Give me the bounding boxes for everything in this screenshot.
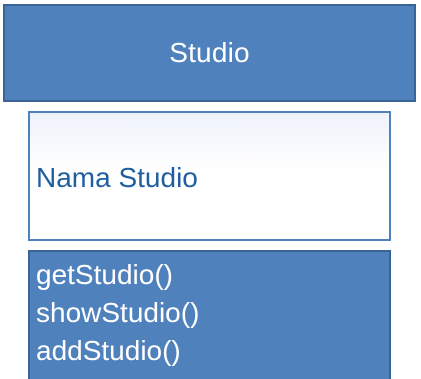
class-name-box: Studio — [3, 4, 416, 102]
attribute-nama-studio: Nama Studio — [36, 162, 198, 193]
class-name: Studio — [169, 37, 250, 68]
uml-class-diagram: Studio Nama Studio getStudio() showStudi… — [0, 0, 421, 379]
attributes-box: Nama Studio — [28, 111, 391, 241]
method-show-studio: showStudio() — [36, 297, 200, 328]
method-get-studio: getStudio() — [36, 259, 173, 290]
methods-box: getStudio() showStudio() addStudio() — [28, 250, 391, 379]
method-add-studio: addStudio() — [36, 335, 181, 366]
